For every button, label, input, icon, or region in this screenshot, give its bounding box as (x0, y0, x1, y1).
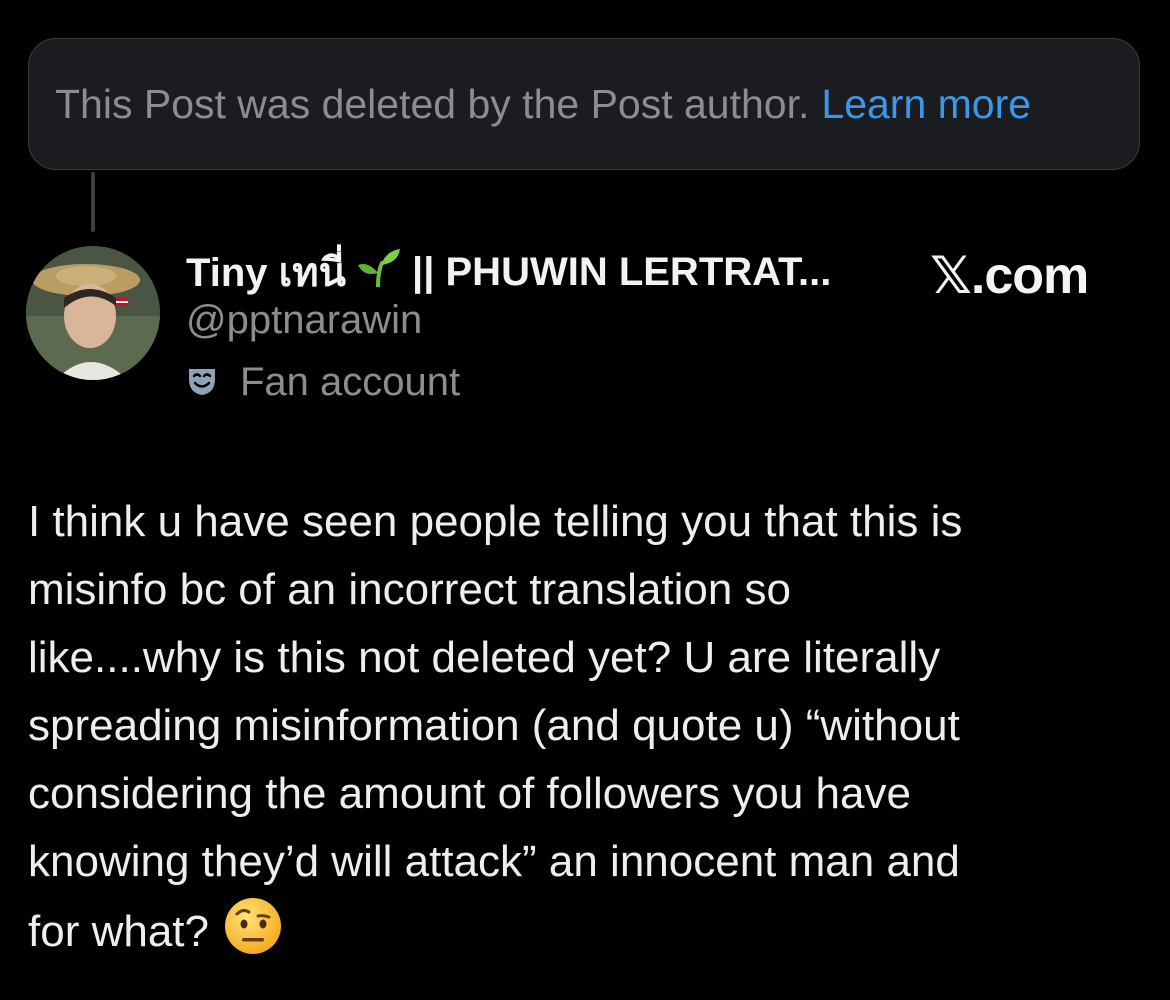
fan-account-text: Fan account (240, 360, 461, 404)
learn-more-link[interactable]: Learn more (821, 81, 1031, 128)
post-body: I think u have seen people telling you t… (28, 488, 1153, 964)
post-line: misinfo bc of an incorrect translation s… (28, 565, 792, 614)
post-line: spreading misinformation (and quote u) “… (28, 701, 960, 750)
post-line-text: for what? (28, 907, 209, 956)
raised-eyebrow-face-icon (223, 896, 283, 976)
seedling-icon (356, 247, 402, 297)
fan-account-label: Fan account (186, 358, 460, 407)
author-name-end: || PHUWIN LERTRAT... (412, 249, 832, 294)
post-line: considering the amount of followers you … (28, 769, 911, 818)
deleted-notice-text: This Post was deleted by the Post author… (55, 80, 810, 127)
post-line: like....why is this not deleted yet? U a… (28, 633, 941, 682)
deleted-post-notice: This Post was deleted by the Post author… (28, 38, 1140, 170)
x-brand-watermark: 𝕏.com (930, 247, 1089, 305)
post-line: I think u have seen people telling you t… (28, 497, 963, 546)
author-handle[interactable]: @pptnarawin (186, 298, 422, 343)
author-name-start: Tiny เทนี่ (186, 251, 346, 295)
post-line-last: for what? (28, 896, 1153, 964)
thread-connector-line (91, 172, 95, 232)
mask-icon (186, 362, 218, 407)
author-display-name[interactable]: Tiny เทนี่ || PHUWIN LERTRAT... (186, 240, 831, 304)
post-line: knowing they’d will attack” an innocent … (28, 837, 960, 886)
avatar[interactable] (26, 246, 160, 380)
